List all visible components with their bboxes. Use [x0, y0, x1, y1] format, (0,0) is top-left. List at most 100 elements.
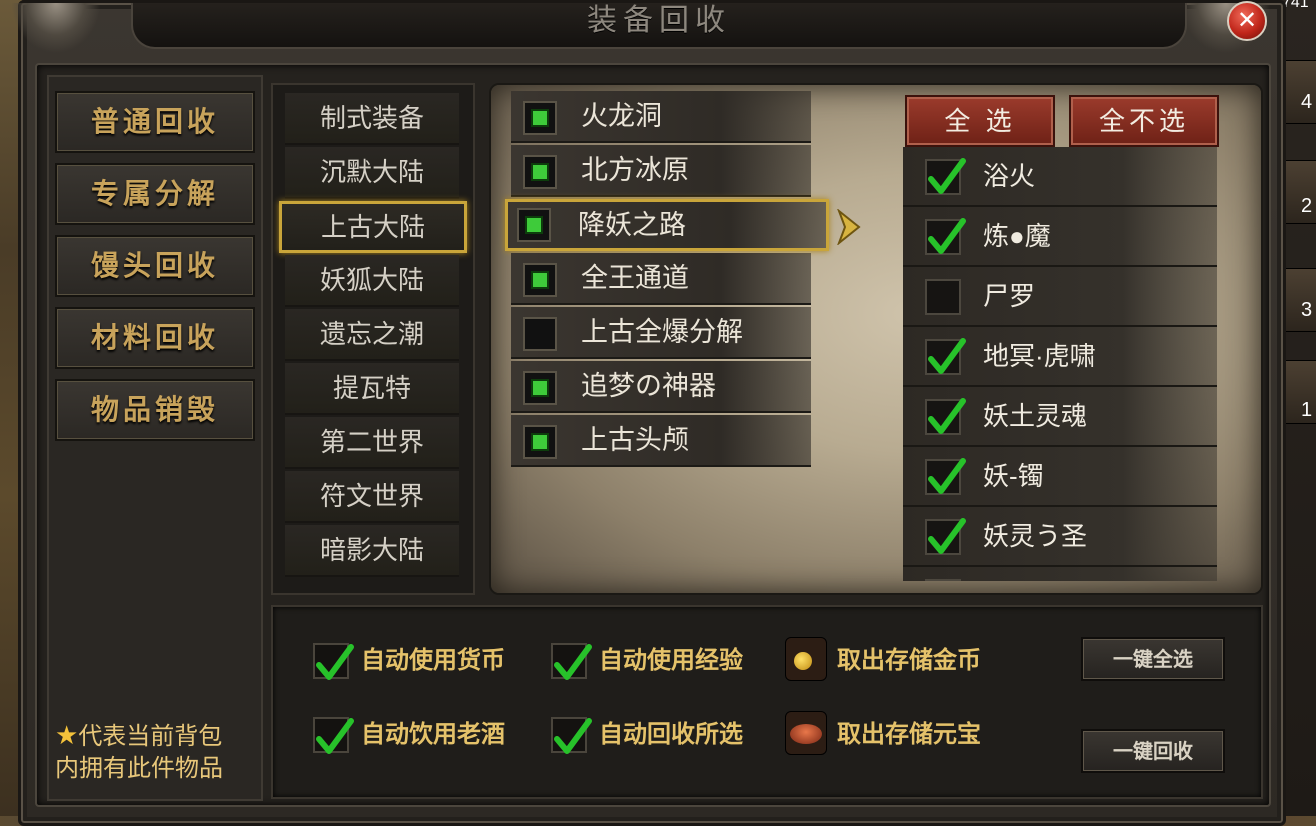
side-number: 1 [1301, 399, 1313, 421]
map-label: 上古全爆分解 [581, 317, 743, 347]
equipment-label: 浴火 [983, 161, 1036, 191]
map-label: 追梦の神器 [581, 371, 716, 401]
region-item[interactable]: 提瓦特 [285, 363, 459, 415]
region-item[interactable]: 制式装备 [285, 93, 459, 145]
side-number: 3 [1301, 299, 1313, 321]
recycle-config-area: 火龙洞 北方冰原 降妖之路 全王通道 上古全爆分解 追梦の神器 上古头颅 全 选… [489, 83, 1263, 595]
equipment-row[interactable]: 妖灵う圣 [903, 507, 1217, 567]
map-checkbox[interactable] [523, 317, 557, 351]
options-panel: 自动使用货币 自动使用经验 取出存储金币 一键全选 自动饮用老酒 自动回收所选 … [271, 605, 1263, 799]
auto-recycle-label: 自动回收所选 [599, 721, 743, 748]
checkmark-icon [928, 458, 966, 494]
region-item-selected[interactable]: 上古大陆 [279, 201, 467, 253]
checkmark-icon [928, 158, 966, 194]
map-row[interactable]: 北方冰原 [511, 145, 811, 197]
withdraw-ingot-label: 取出存储元宝 [837, 721, 981, 748]
equipment-label: 妖土灵魂 [983, 401, 1088, 431]
checkmark-icon [928, 518, 966, 554]
auto-exp-checkbox[interactable] [551, 643, 592, 680]
region-item[interactable]: 遗忘之潮 [285, 309, 459, 361]
chevron-right-icon [837, 209, 861, 245]
menu-exclusive-decompose-button[interactable]: 专属分解 [55, 163, 255, 225]
map-row[interactable]: 追梦の神器 [511, 361, 811, 413]
equipment-label: 妖灵う圣 [983, 521, 1088, 551]
menu-mantou-recycle-button[interactable]: 馒头回收 [55, 235, 255, 297]
star-icon: ★ [55, 720, 79, 750]
map-row-selected[interactable]: 降妖之路 [505, 199, 829, 251]
equipment-checkbox[interactable] [925, 279, 961, 315]
window-title: 装备回收 [587, 3, 731, 38]
equipment-label: 尸罗 [983, 281, 1036, 311]
menu-normal-recycle-button[interactable]: 普通回收 [55, 91, 255, 153]
menu-item-destroy-button[interactable]: 物品销毁 [55, 379, 255, 441]
region-list: 制式装备 沉默大陆 上古大陆 妖狐大陆 遗忘之潮 提瓦特 第二世界 符文世界 暗… [271, 83, 475, 595]
close-button[interactable]: ✕ [1227, 1, 1267, 41]
title-bar[interactable]: 装备回收 [131, 3, 1187, 49]
map-label: 火龙洞 [581, 101, 662, 131]
auto-wine-label: 自动饮用老酒 [361, 721, 505, 748]
auto-recycle-checkbox[interactable] [551, 717, 592, 754]
select-none-button[interactable]: 全不选 [1069, 95, 1219, 147]
checkmark-icon [928, 338, 966, 374]
gold-coin-icon [785, 637, 827, 681]
checkmark-icon [928, 218, 966, 254]
map-label: 降妖之路 [578, 210, 686, 240]
map-checkbox[interactable] [523, 263, 557, 297]
equipment-row[interactable]: 炼●魔 [903, 207, 1217, 267]
side-number: 741 [1282, 0, 1309, 11]
map-label: 全王通道 [581, 263, 689, 293]
region-item[interactable]: 第二世界 [285, 417, 459, 469]
withdraw-gold-label: 取出存储金币 [837, 647, 981, 674]
equipment-row-partial[interactable] [903, 567, 1217, 581]
map-row[interactable]: 全王通道 [511, 253, 811, 305]
category-menu: 普通回收 专属分解 馒头回收 材料回收 物品销毁 ★代表当前背包 内拥有此件物品 [47, 75, 263, 801]
map-row[interactable]: 火龙洞 [511, 91, 811, 143]
equipment-checkbox[interactable] [925, 218, 966, 255]
region-item[interactable]: 暗影大陆 [285, 525, 459, 577]
equipment-row[interactable]: 地冥·虎啸 [903, 327, 1217, 387]
region-item[interactable]: 妖狐大陆 [285, 255, 459, 307]
map-checkbox[interactable] [523, 371, 557, 405]
equipment-label: 炼●魔 [983, 221, 1051, 251]
legend-line1: 代表当前背包 [78, 723, 223, 750]
auto-exp-label: 自动使用经验 [599, 647, 743, 674]
side-number: 4 [1301, 91, 1313, 113]
one-click-select-all-button[interactable]: 一键全选 [1081, 637, 1225, 681]
equipment-checkbox[interactable] [925, 398, 966, 435]
map-checkbox[interactable] [523, 425, 557, 459]
equipment-label: 妖-镯 [983, 461, 1044, 491]
map-label: 北方冰原 [581, 155, 689, 185]
map-row[interactable]: 上古全爆分解 [511, 307, 811, 359]
auto-currency-checkbox[interactable] [313, 643, 354, 680]
checkmark-icon [554, 644, 592, 680]
equipment-checkbox[interactable] [925, 338, 966, 375]
map-row[interactable]: 上古头颅 [511, 415, 811, 467]
bag-legend-note: ★代表当前背包 内拥有此件物品 [55, 719, 255, 785]
equipment-row[interactable]: 尸罗 [903, 267, 1217, 327]
menu-material-recycle-button[interactable]: 材料回收 [55, 307, 255, 369]
equipment-row[interactable]: 妖-镯 [903, 447, 1217, 507]
checkmark-icon [316, 718, 354, 754]
region-item[interactable]: 符文世界 [285, 471, 459, 523]
select-all-button[interactable]: 全 选 [905, 95, 1055, 147]
auto-wine-checkbox[interactable] [313, 717, 354, 754]
checkmark-icon [316, 644, 354, 680]
region-item[interactable]: 沉默大陆 [285, 147, 459, 199]
auto-currency-label: 自动使用货币 [361, 647, 505, 674]
side-number: 2 [1301, 195, 1313, 217]
map-checkbox[interactable] [523, 155, 557, 189]
equipment-checkbox[interactable] [925, 158, 966, 195]
equipment-label: 地冥·虎啸 [983, 341, 1096, 371]
equipment-checkbox[interactable] [925, 579, 961, 581]
equipment-checkbox[interactable] [925, 518, 966, 555]
equipment-row[interactable]: 浴火 [903, 147, 1217, 207]
one-click-recycle-button[interactable]: 一键回收 [1081, 729, 1225, 773]
map-checkbox[interactable] [517, 208, 551, 242]
map-checkbox[interactable] [523, 101, 557, 135]
checkmark-icon [554, 718, 592, 754]
equipment-row[interactable]: 妖土灵魂 [903, 387, 1217, 447]
checkmark-icon [928, 398, 966, 434]
equipment-checkbox[interactable] [925, 458, 966, 495]
map-label: 上古头颅 [581, 425, 689, 455]
recycle-window: 装备回收 ✕ 普通回收 专属分解 馒头回收 材料回收 物品销毁 ★代表当前背包 … [11, 0, 1286, 826]
